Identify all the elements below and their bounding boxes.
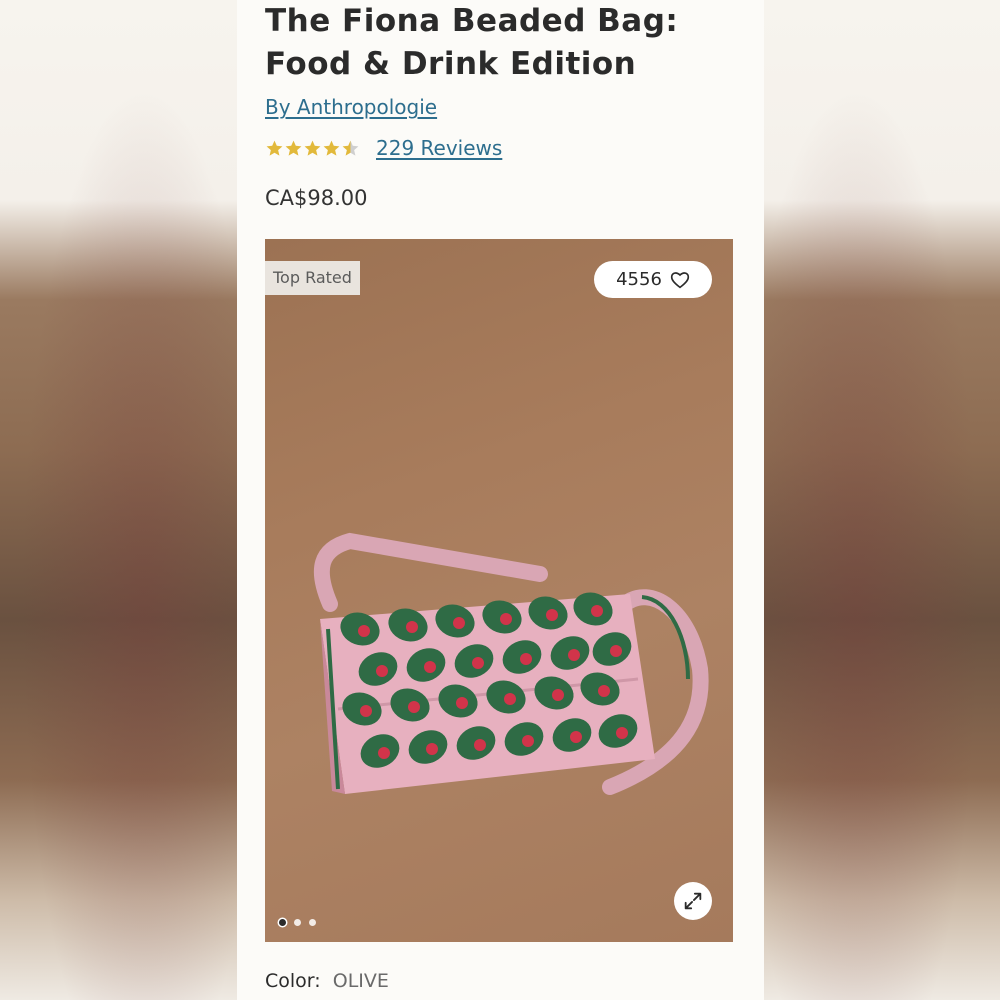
product-panel: The Fiona Beaded Bag: Food & Drink Editi… [237, 0, 764, 1000]
olive-pimento [546, 609, 558, 621]
olive-pimento [504, 693, 516, 705]
olive-pimento [598, 685, 610, 697]
reviews-link[interactable]: 229 Reviews [376, 136, 502, 160]
expand-icon [684, 892, 702, 910]
olive-pimento [406, 621, 418, 633]
olive-pimento [378, 747, 390, 759]
carousel-dot[interactable] [294, 919, 301, 926]
star-rating [265, 139, 360, 158]
olive-pimento [591, 605, 603, 617]
heart-icon [670, 271, 690, 288]
top-rated-badge: Top Rated [265, 261, 360, 295]
star-icon [285, 140, 302, 156]
expand-button[interactable] [674, 882, 712, 920]
bag-strap-top [313, 532, 548, 612]
carousel-dot[interactable] [279, 919, 286, 926]
olive-pimento [610, 645, 622, 657]
olive-pimento [520, 653, 532, 665]
olive-pimento [358, 625, 370, 637]
olive-pimento [376, 665, 388, 677]
brand-link[interactable]: By Anthropologie [265, 95, 437, 119]
color-selector: Color: OLIVE [265, 970, 389, 992]
olive-pimento [474, 739, 486, 751]
olive-pimento [408, 701, 420, 713]
color-label: Color: [265, 970, 321, 992]
olive-pimento [424, 661, 436, 673]
product-image-carousel[interactable]: Top Rated 4556 [265, 239, 733, 942]
carousel-dots [279, 919, 316, 926]
olive-pimento [453, 617, 465, 629]
product-title: The Fiona Beaded Bag: Food & Drink Editi… [265, 0, 745, 86]
olive-pimento [570, 731, 582, 743]
like-button[interactable]: 4556 [594, 261, 712, 298]
olive-pimento [568, 649, 580, 661]
olive-pimento [522, 735, 534, 747]
color-value: OLIVE [332, 970, 389, 992]
olive-pimento [552, 689, 564, 701]
olive-pimento [472, 657, 484, 669]
like-count: 4556 [616, 269, 662, 290]
olive-pimento [500, 613, 512, 625]
star-icon [323, 140, 340, 156]
star-icon [266, 140, 283, 156]
product-title-line2: Food & Drink Edition [265, 46, 637, 82]
olive-pimento [360, 705, 372, 717]
carousel-dot[interactable] [309, 919, 316, 926]
olive-pimento [426, 743, 438, 755]
product-title-line1: The Fiona Beaded Bag: [265, 3, 679, 39]
star-icon [342, 140, 359, 156]
product-price: CA$98.00 [265, 186, 368, 210]
olive-pimento [456, 697, 468, 709]
product-image-bag [313, 532, 709, 795]
rating-row: 229 Reviews [265, 136, 502, 160]
olive-pimento [616, 727, 628, 739]
star-icon [304, 140, 321, 156]
